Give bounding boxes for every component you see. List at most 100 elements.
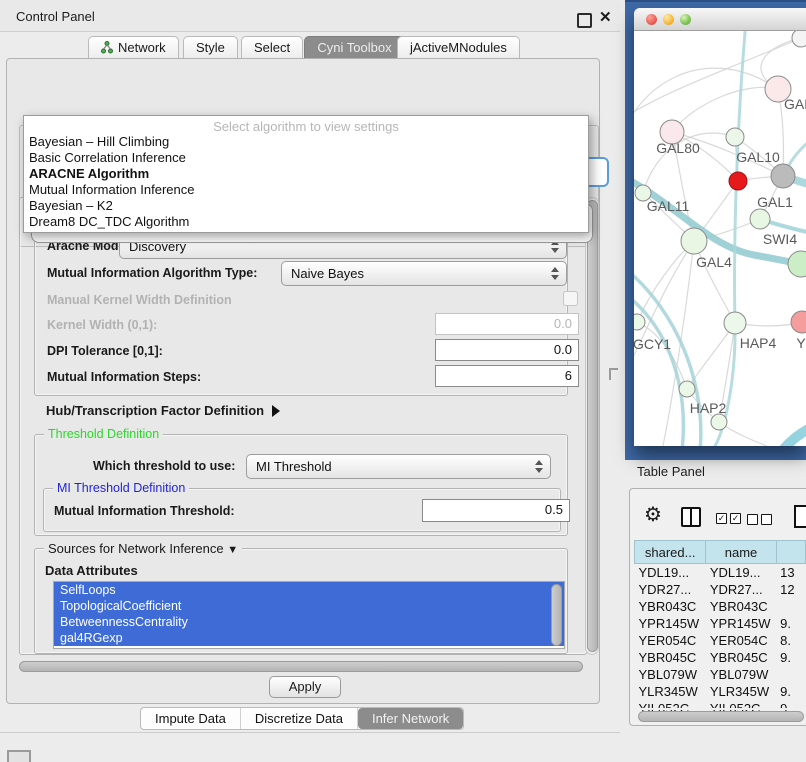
close-traffic-light[interactable] xyxy=(646,14,657,25)
network-node-label: Y xyxy=(796,335,806,351)
mi-steps-field[interactable]: 6 xyxy=(435,365,579,387)
network-node-swi4[interactable] xyxy=(788,251,806,277)
network-node[interactable] xyxy=(711,414,727,430)
control-panel-title: Control Panel xyxy=(16,9,95,24)
checked-box-icon: ✓ xyxy=(730,513,741,524)
settings-horizontal-scrollbar[interactable] xyxy=(11,659,595,673)
threshold-definition-title: Threshold Definition xyxy=(44,427,163,441)
network-canvas[interactable]: GALGAL80GAL10GAL11GAL1GAL4SWI4GCY1HAP4YH… xyxy=(634,31,806,446)
tab-style[interactable]: Style xyxy=(183,36,238,58)
table-row[interactable]: YBR043CYBR043C xyxy=(635,598,806,615)
kernel-width-field[interactable]: 0.0 xyxy=(435,313,579,335)
network-node-label: GAL80 xyxy=(656,140,700,156)
tab-infer-network[interactable]: Infer Network xyxy=(358,708,463,729)
network-edge[interactable] xyxy=(719,422,774,446)
manual-kernel-checkbox[interactable] xyxy=(563,291,578,306)
tab-cyni-toolbox[interactable]: Cyni Toolbox xyxy=(304,36,405,58)
hub-tf-section-toggle[interactable]: Hub/Transcription Factor Definition xyxy=(46,403,280,418)
attribute-item[interactable]: TopologicalCoefficient xyxy=(54,598,564,614)
table-row[interactable]: YBR045CYBR045C9. xyxy=(635,649,806,666)
network-node-label: GAL10 xyxy=(736,149,780,165)
tab-select[interactable]: Select xyxy=(241,36,303,58)
mi-type-combo[interactable]: Naive Bayes xyxy=(281,261,567,286)
attribute-item[interactable]: SelfLoops xyxy=(54,582,564,598)
network-node-label: GAL xyxy=(784,96,806,112)
list-scrollbar[interactable] xyxy=(551,584,562,646)
column-browser-icon[interactable] xyxy=(681,507,701,527)
minimized-panel-icon[interactable] xyxy=(7,750,31,762)
tab-network[interactable]: Network xyxy=(88,36,179,58)
which-threshold-label: Which threshold to use: xyxy=(93,459,235,473)
algorithm-option[interactable]: Bayesian – Hill Climbing xyxy=(29,134,169,149)
settings-vertical-scrollbar-thumb[interactable] xyxy=(587,200,598,652)
settings-vertical-scrollbar[interactable] xyxy=(585,197,599,655)
mi-threshold-field[interactable]: 0.5 xyxy=(422,499,570,522)
cyni-algorithm-settings-group: Cyni Algorithm Settings Algorithm Defini… xyxy=(19,197,587,655)
table-row[interactable]: YER054CYER054C8. xyxy=(635,632,806,649)
deselect-all-icon[interactable] xyxy=(747,514,772,525)
spinner-arrows-icon xyxy=(550,266,559,281)
settings-gear-icon[interactable]: ⚙ xyxy=(644,504,662,526)
manual-kernel-label: Manual Kernel Width Definition xyxy=(47,293,232,307)
network-node-hap2[interactable] xyxy=(679,381,695,397)
mi-threshold-group: MI Threshold Definition Mutual Informati… xyxy=(43,488,561,532)
tab-discretize-data[interactable]: Discretize Data xyxy=(241,708,358,729)
algorithm-option[interactable]: Bayesian – K2 xyxy=(29,198,113,213)
dpi-tolerance-field[interactable]: 0.0 xyxy=(435,339,579,361)
close-icon[interactable]: ✕ xyxy=(599,8,612,26)
which-threshold-combo[interactable]: MI Threshold xyxy=(246,454,551,479)
minimize-traffic-light[interactable] xyxy=(663,14,674,25)
network-node-hap4[interactable] xyxy=(724,312,746,334)
float-window-icon[interactable] xyxy=(577,13,592,28)
network-node-gal1[interactable] xyxy=(750,209,770,229)
split-pane-grip[interactable] xyxy=(609,368,618,380)
column-header-partial[interactable] xyxy=(776,541,805,564)
data-attributes-label: Data Attributes xyxy=(45,563,138,578)
network-edge-highlighted[interactable] xyxy=(634,266,701,446)
network-node-label: SWI4 xyxy=(763,231,797,247)
network-node-y[interactable] xyxy=(791,311,806,333)
expanded-arrow-icon: ▼ xyxy=(227,544,238,556)
algorithm-option[interactable]: Mutual Information Inference xyxy=(29,182,194,197)
network-window-titlebar[interactable] xyxy=(634,8,806,31)
dpi-tolerance-label: DPI Tolerance [0,1]: xyxy=(47,344,163,358)
network-edge[interactable] xyxy=(672,87,778,132)
algorithm-option-selected[interactable]: ARACNE Algorithm xyxy=(29,166,149,181)
sources-title[interactable]: Sources for Network Inference ▼ xyxy=(44,541,242,556)
partial-toolbar-icon[interactable] xyxy=(794,505,806,528)
table-row[interactable]: YBL079WYBL079W xyxy=(635,666,806,683)
node-table[interactable]: shared... name YDL19...YDL19...13 YDR27.… xyxy=(634,540,806,717)
apply-button[interactable]: Apply xyxy=(269,676,341,698)
table-row[interactable]: YDL19...YDL19...13 xyxy=(635,564,806,582)
network-node[interactable] xyxy=(771,164,795,188)
screen: Control Panel ✕ Network Style Select Cyn… xyxy=(0,0,806,762)
attribute-item[interactable]: BetweennessCentrality xyxy=(54,614,564,630)
zoom-traffic-light[interactable] xyxy=(680,14,691,25)
network-node-gal4[interactable] xyxy=(681,228,707,254)
network-node-gal10[interactable] xyxy=(726,128,744,146)
table-panel-title: Table Panel xyxy=(637,464,705,479)
table-row[interactable]: YLR345WYLR345W9. xyxy=(635,683,806,700)
network-edge-highlighted[interactable] xyxy=(634,286,683,446)
column-header-name[interactable]: name xyxy=(706,541,776,564)
network-node-gcy1[interactable] xyxy=(634,314,645,330)
select-all-icon[interactable]: ✓ ✓ xyxy=(716,513,741,524)
network-node-label: GAL1 xyxy=(757,194,793,210)
tab-impute-data[interactable]: Impute Data xyxy=(141,708,241,729)
algorithm-option[interactable]: Dream8 DC_TDC Algorithm xyxy=(29,214,189,229)
table-row[interactable]: YPR145WYPR145W9. xyxy=(635,615,806,632)
network-node[interactable] xyxy=(792,31,806,47)
network-edge-highlighted[interactable] xyxy=(782,414,806,446)
network-node[interactable] xyxy=(729,172,747,190)
data-attributes-list[interactable]: SelfLoops TopologicalCoefficient Between… xyxy=(53,581,565,649)
table-row[interactable]: YDR27...YDR27...12 xyxy=(635,581,806,598)
algorithm-option[interactable]: Basic Correlation Inference xyxy=(29,150,186,165)
network-node-label: GAL4 xyxy=(696,254,732,270)
table-horizontal-scrollbar-thumb[interactable] xyxy=(638,711,804,722)
column-header-shared-name[interactable]: shared... xyxy=(635,541,706,564)
tab-jactivemnodules[interactable]: jActiveMNodules xyxy=(397,36,520,58)
table-horizontal-scrollbar[interactable] xyxy=(636,710,804,721)
attribute-item[interactable]: gal4RGexp xyxy=(54,630,564,646)
settings-horizontal-scrollbar-thumb[interactable] xyxy=(19,661,583,672)
cyni-toolbox-panel: Select algorithm to view settings Bayesi… xyxy=(6,58,600,704)
